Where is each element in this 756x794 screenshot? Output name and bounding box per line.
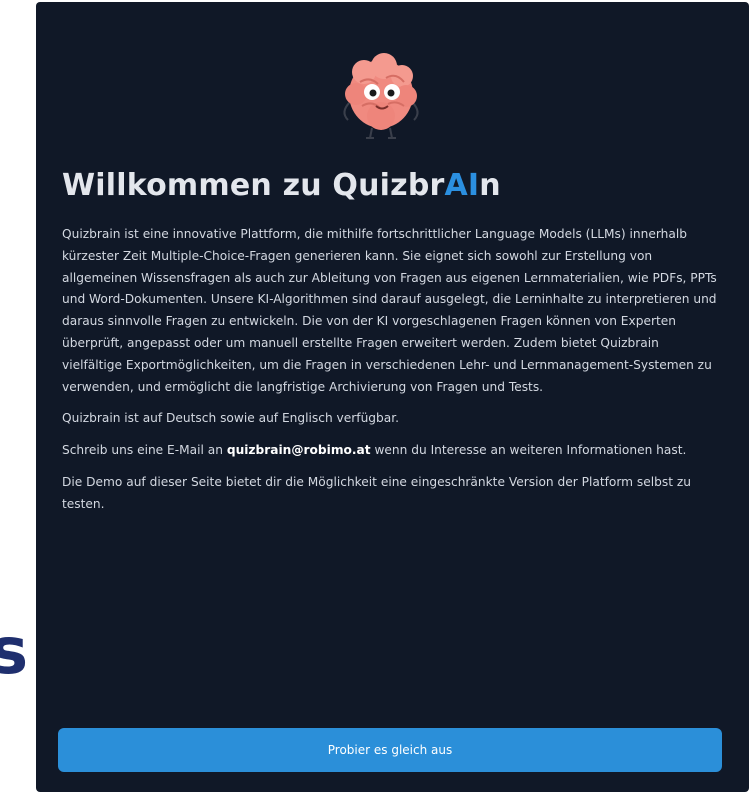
modal-title: Willkommen zu QuizbrAIn [62, 168, 501, 203]
contact-text-before: Schreib uns eine E-Mail an [62, 443, 227, 458]
background-heading-fragment: s [0, 615, 29, 689]
title-prefix: Willkommen zu Quizbr [62, 168, 445, 203]
intro-paragraph: Quizbrain ist eine innovative Plattform,… [62, 227, 717, 394]
languages-paragraph: Quizbrain ist auf Deutsch sowie auf Engl… [62, 411, 399, 426]
title-ai-highlight: AI [444, 168, 480, 203]
modal-body: Quizbrain ist eine innovative Plattform,… [62, 224, 722, 526]
contact-email-link[interactable]: quizbrain@robimo.at [227, 443, 371, 457]
brain-mascot-icon [326, 42, 436, 142]
contact-text-after: wenn du Interesse an weiteren Informatio… [370, 443, 687, 458]
page: s Willkommen zu QuizbrAIn Quizbrain ist … [0, 0, 756, 794]
welcome-modal: Willkommen zu QuizbrAIn Quizbrain ist ei… [36, 2, 749, 792]
try-now-button[interactable]: Probier es gleich aus [58, 728, 722, 772]
demo-paragraph: Die Demo auf dieser Seite bietet dir die… [62, 474, 692, 511]
title-suffix: n [479, 168, 501, 203]
contact-paragraph: Schreib uns eine E-Mail an quizbrain@rob… [62, 440, 722, 462]
